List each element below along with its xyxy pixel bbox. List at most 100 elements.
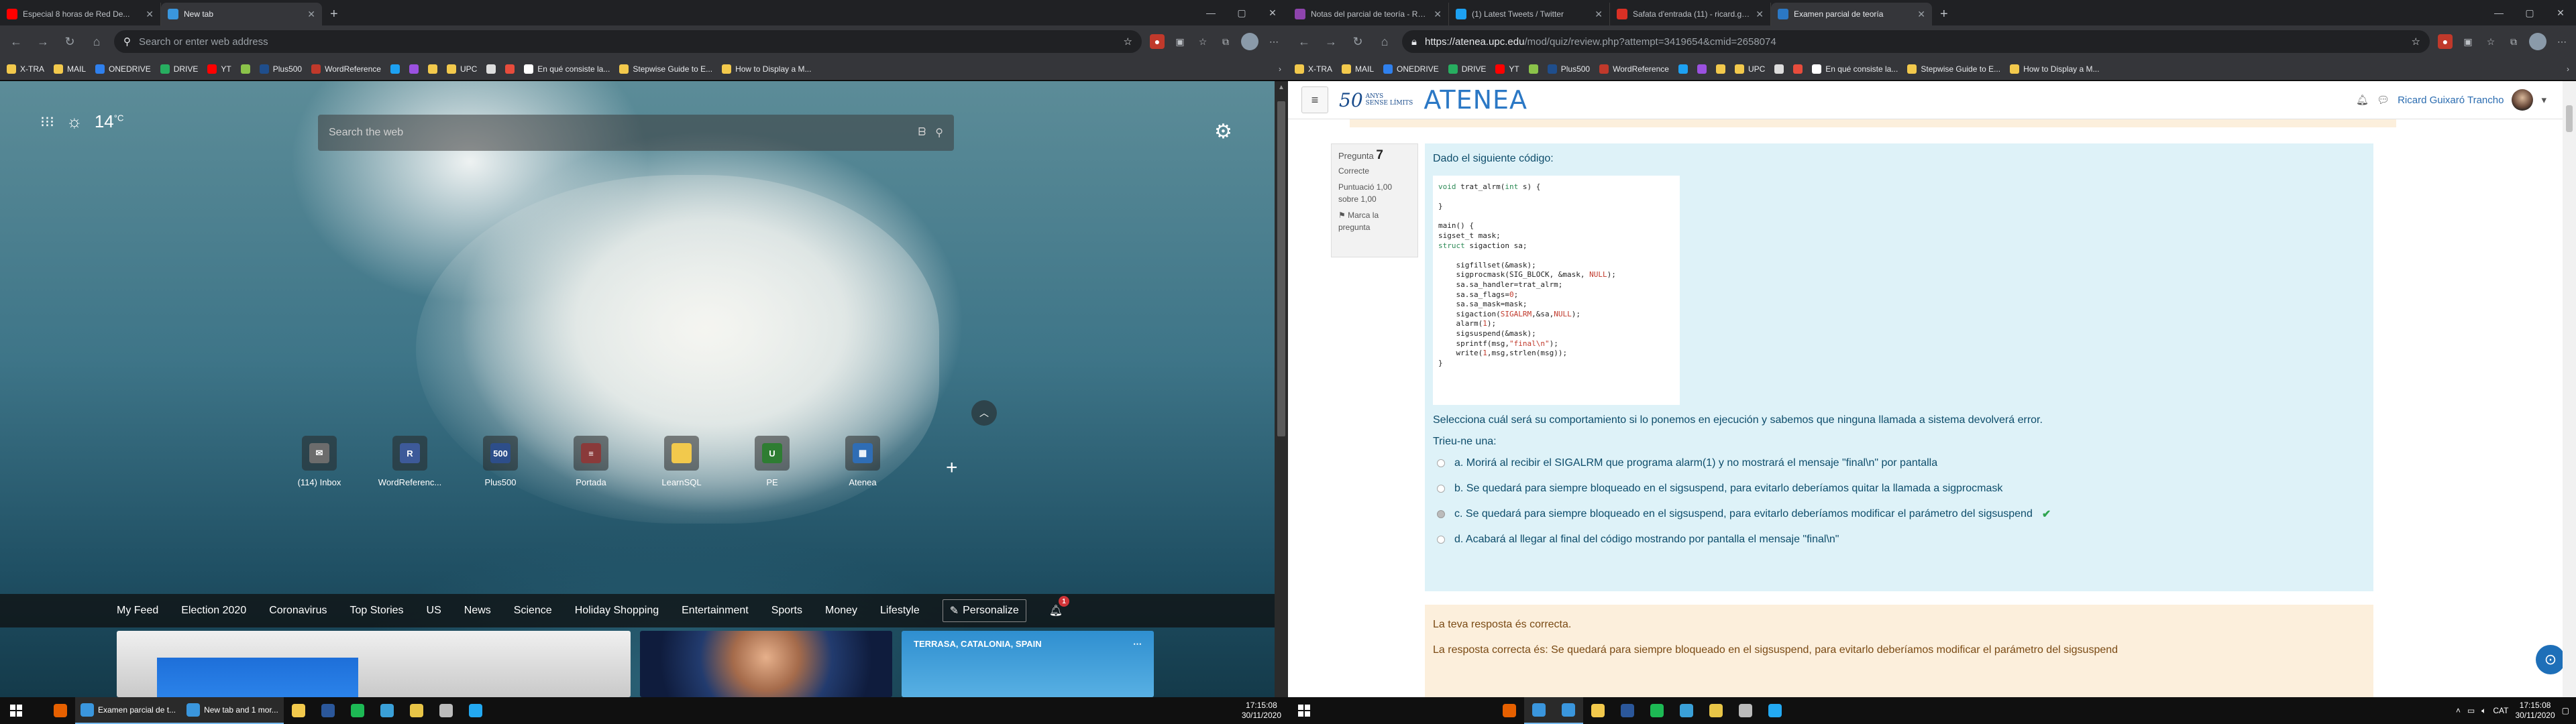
scroll-thumb[interactable] <box>2566 105 2573 132</box>
bookmark-item[interactable]: Stepwise Guide to E... <box>619 64 712 74</box>
bookmarks-more-icon[interactable]: › <box>2567 64 2569 74</box>
bookmark-item[interactable]: Stepwise Guide to E... <box>1907 64 2000 74</box>
close-icon[interactable]: ✕ <box>146 9 154 20</box>
tab-gmail[interactable]: Safata d'entrada (11) - ricard.gu... ✕ <box>1610 3 1771 25</box>
home-icon[interactable]: ⌂ <box>87 35 106 49</box>
quick-link-tile[interactable]: LearnSQL <box>649 436 714 487</box>
profile-avatar[interactable] <box>2529 33 2546 50</box>
bookmark-item[interactable] <box>1528 64 1538 74</box>
quick-link-tile[interactable]: R WordReferenc... <box>378 436 442 487</box>
bookmark-item[interactable]: UPC <box>446 64 477 74</box>
back-icon[interactable]: ← <box>1295 35 1313 49</box>
tab-sheets[interactable]: Notas del parcial de teoría - Ra... ✕ <box>1288 3 1449 25</box>
answer-option[interactable]: d. Acabará al llegar al final del código… <box>1433 530 2365 550</box>
favorites-icon[interactable]: ☆ <box>1195 34 1210 49</box>
bookmark-item[interactable] <box>427 64 437 74</box>
bookmark-item[interactable]: Plus500 <box>1547 64 1590 74</box>
tab-youtube[interactable]: Especial 8 horas de Red De... ✕ <box>0 3 161 25</box>
network-icon[interactable]: ▭ <box>2467 706 2475 715</box>
collections-icon[interactable]: ⧉ <box>2506 34 2521 49</box>
taskbar-vscode[interactable] <box>1760 697 1790 724</box>
bookmark-item[interactable]: Plus500 <box>259 64 302 74</box>
new-tab-button[interactable]: + <box>322 3 346 25</box>
back-icon[interactable]: ← <box>7 35 25 49</box>
bookmark-item[interactable] <box>486 64 496 74</box>
bookmark-item[interactable]: WordReference <box>1599 64 1669 74</box>
new-tab-button[interactable]: + <box>1932 3 1956 25</box>
close-icon[interactable]: ✕ <box>1756 9 1764 20</box>
bookmark-item[interactable]: UPC <box>1734 64 1765 74</box>
close-icon[interactable]: ✕ <box>307 9 315 20</box>
web-search-box[interactable]: Search the web ᗷ ⚲ <box>318 115 954 151</box>
bookmark-item[interactable]: DRIVE <box>1448 64 1486 74</box>
address-bar[interactable]: 🔒︎ https://atenea.upc.edu/mod/quiz/revie… <box>1402 30 2430 53</box>
taskbar-edge[interactable]: Examen parcial de t... <box>75 697 182 724</box>
volume-icon[interactable]: 🔈︎ <box>2481 706 2486 716</box>
menu-icon[interactable]: ⋯ <box>1267 34 1281 49</box>
clock[interactable]: 17:15:08 30/11/2020 <box>2515 701 2555 721</box>
chat-icon[interactable]: 💬︎ <box>2377 94 2390 106</box>
answer-option[interactable]: a. Morirá al recibir el SIGALRM que prog… <box>1433 453 2365 473</box>
taskbar-terminal[interactable] <box>402 697 431 724</box>
chevron-up-icon[interactable]: ︿ <box>971 400 997 426</box>
radio-button[interactable] <box>1437 536 1445 544</box>
feed-tab[interactable]: Election 2020 <box>181 605 246 617</box>
feed-tab[interactable]: My Feed <box>117 605 158 617</box>
home-icon[interactable]: ⌂ <box>1375 35 1394 49</box>
news-card[interactable] <box>117 631 631 697</box>
star-icon[interactable]: ☆ <box>1124 36 1132 48</box>
bookmark-item[interactable] <box>1715 64 1725 74</box>
lastpass-icon[interactable]: ● <box>2438 34 2453 49</box>
taskbar-photos[interactable] <box>372 697 402 724</box>
bookmark-item[interactable] <box>240 64 250 74</box>
bookmark-item[interactable] <box>1697 64 1707 74</box>
bookmark-item[interactable]: En qué consiste la... <box>524 64 610 74</box>
minimize-icon[interactable]: — <box>1195 7 1226 18</box>
hamburger-menu-icon[interactable]: ≡ <box>1301 86 1328 113</box>
minimize-icon[interactable]: — <box>2483 7 2514 18</box>
feed-tab[interactable]: Coronavirus <box>269 605 327 617</box>
scrollbar[interactable]: ▲ <box>1275 81 1288 697</box>
quick-link-tile[interactable]: ▦ Atenea <box>830 436 895 487</box>
quick-link-tile[interactable]: U PE <box>740 436 804 487</box>
close-window-icon[interactable]: ✕ <box>2545 7 2576 19</box>
taskbar-firefox[interactable] <box>1495 697 1524 724</box>
tab-twitter[interactable]: (1) Latest Tweets / Twitter ✕ <box>1449 3 1610 25</box>
help-button[interactable]: ⊙ <box>2536 645 2563 674</box>
taskbar-spotify[interactable] <box>1642 697 1672 724</box>
extension-icon[interactable]: ▣ <box>2461 34 2475 49</box>
bookmark-item[interactable]: X-TRA <box>1295 64 1332 74</box>
bookmark-item[interactable]: DRIVE <box>160 64 198 74</box>
windows-start-icon[interactable] <box>1288 697 1320 724</box>
radio-button[interactable] <box>1437 485 1445 493</box>
quick-link-tile[interactable]: ≡ Portada <box>559 436 623 487</box>
bookmark-item[interactable]: MAIL <box>1342 64 1374 74</box>
flag-question-link[interactable]: ⚑ Marca la pregunta <box>1338 209 1411 233</box>
feed-tab[interactable]: Sports <box>771 605 802 617</box>
taskbar-edge[interactable]: New tab and 1 mor... <box>181 697 284 724</box>
upc-50-logo[interactable]: 50 ANYS SENSE LÍMITS <box>1339 89 1413 111</box>
clock[interactable]: 17:15:08 30/11/2020 <box>1242 701 1281 721</box>
bookmark-item[interactable]: WordReference <box>311 64 381 74</box>
close-icon[interactable]: ✕ <box>1917 9 1925 20</box>
bookmark-item[interactable]: X-TRA <box>7 64 44 74</box>
taskbar-settings[interactable] <box>431 697 461 724</box>
bookmark-item[interactable]: En qué consiste la... <box>1812 64 1898 74</box>
settings-gear-icon[interactable]: ⚙ <box>1214 120 1232 143</box>
favorites-icon[interactable]: ☆ <box>2483 34 2498 49</box>
address-bar[interactable]: ⚲ Search or enter web address ☆ <box>114 30 1142 53</box>
feed-tab[interactable]: Entertainment <box>682 605 749 617</box>
bookmark-item[interactable] <box>390 64 400 74</box>
notification-icon[interactable]: ▢ <box>2562 706 2569 715</box>
bookmark-item[interactable] <box>1793 64 1803 74</box>
reload-icon[interactable]: ↻ <box>60 35 79 49</box>
atenea-logo[interactable]: ATENEA <box>1424 85 1527 115</box>
bookmark-item[interactable]: How to Display a M... <box>722 64 811 74</box>
bookmark-item[interactable] <box>1774 64 1784 74</box>
windows-start-icon[interactable] <box>0 697 32 724</box>
taskbar-firefox[interactable] <box>46 697 75 724</box>
tab-moodle[interactable]: Examen parcial de teoría ✕ <box>1771 3 1932 25</box>
scrollbar[interactable] <box>2563 81 2576 697</box>
star-icon[interactable]: ☆ <box>2412 36 2420 48</box>
notification-bell-icon[interactable]: 🔔︎ 1 <box>1049 596 1070 617</box>
